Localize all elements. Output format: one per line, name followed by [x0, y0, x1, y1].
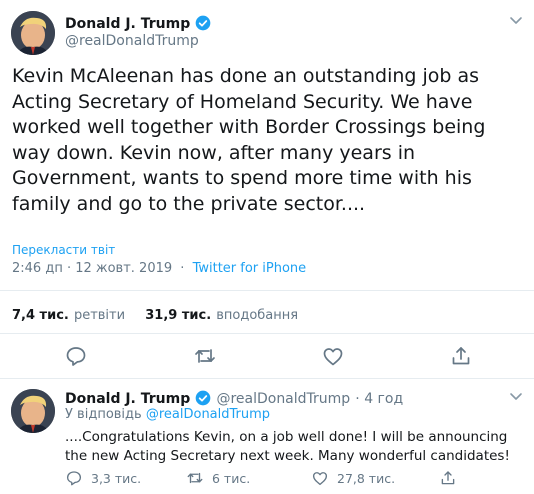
avatar-image [11, 11, 55, 55]
like-count: 27,8 тис. [337, 470, 396, 486]
retweet-icon[interactable] [193, 344, 217, 368]
likes-count[interactable]: 31,9 тис. [145, 308, 211, 323]
divider [0, 333, 534, 334]
retweets-label[interactable]: ретвіти [74, 308, 125, 323]
like-icon [312, 472, 328, 486]
tweet-text: Kevin McAleenan has done an outstanding … [12, 65, 486, 215]
reply-count: 3,3 тис. [91, 470, 142, 486]
author-avatar[interactable] [11, 11, 55, 55]
like-icon[interactable] [321, 344, 345, 368]
reply-retweet-action[interactable]: 6 тис. [186, 469, 250, 487]
replying-to-label: У відповідь [65, 407, 142, 422]
reply-icon[interactable] [64, 344, 88, 368]
replying-to: У відповідь @realDonaldTrump [65, 407, 270, 422]
reply-author-name[interactable]: Donald J. Trump [65, 391, 190, 407]
reply-author-handle[interactable]: @realDonaldTrump [216, 391, 350, 407]
retweet-icon [187, 472, 203, 484]
tweet-stats: 7,4 тис. ретвіти 31,9 тис. вподобання [12, 304, 298, 323]
retweets-count[interactable]: 7,4 тис. [12, 308, 69, 323]
translate-tweet-link[interactable]: Перекласти твіт [12, 243, 115, 257]
reply-time[interactable]: · 4 год [355, 391, 403, 407]
reply-like-action[interactable]: 27,8 тис. [311, 469, 395, 487]
tweet-timestamp[interactable]: 2:46 дп · 12 жовт. 2019 [12, 261, 172, 276]
author-handle[interactable]: @realDonaldTrump [65, 33, 199, 49]
divider [0, 290, 534, 291]
avatar-image [11, 389, 55, 433]
reply-author-avatar[interactable] [11, 389, 55, 433]
retweet-count: 6 тис. [212, 470, 251, 486]
share-icon[interactable] [449, 344, 473, 368]
chevron-down-icon[interactable] [509, 389, 523, 403]
divider [0, 378, 534, 379]
reply-reply-action[interactable]: 3,3 тис. [65, 469, 141, 487]
author-name[interactable]: Donald J. Trump [65, 16, 190, 32]
likes-label[interactable]: вподобання [216, 308, 298, 323]
reply-text: ....Congratulations Kevin, on a job well… [65, 429, 510, 464]
replying-to-handle[interactable]: @realDonaldTrump [146, 407, 270, 422]
chevron-down-icon[interactable] [509, 13, 523, 27]
verified-icon [196, 15, 211, 31]
reply-icon [66, 471, 82, 486]
tweet-source[interactable]: Twitter for iPhone [193, 261, 307, 276]
share-icon[interactable] [439, 469, 457, 487]
verified-icon [196, 390, 211, 406]
